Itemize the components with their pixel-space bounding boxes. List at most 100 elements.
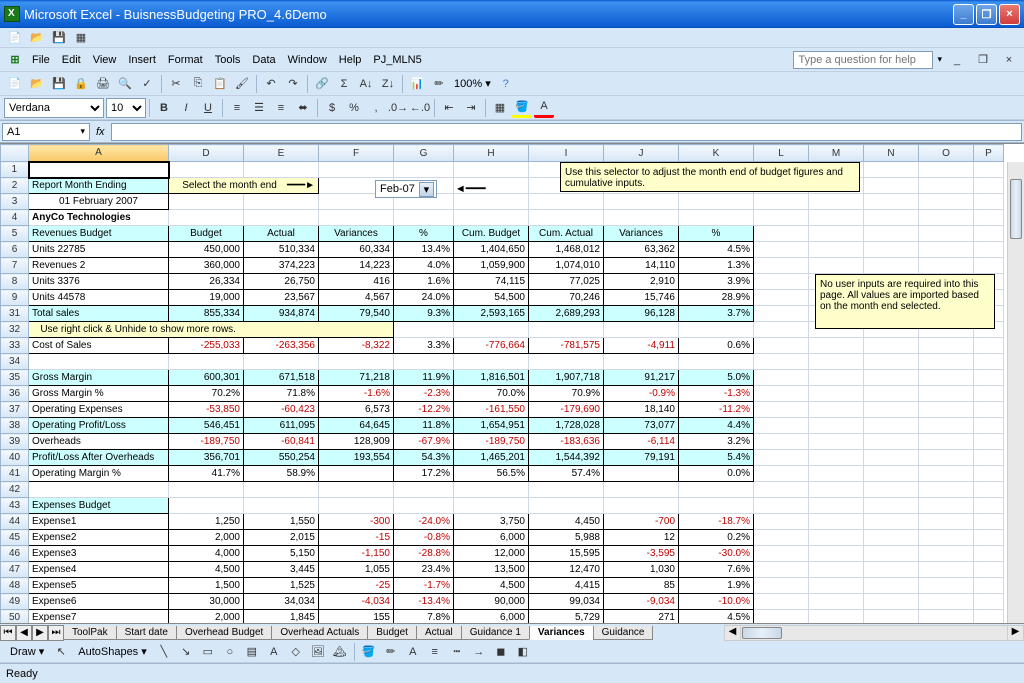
cell[interactable]: 1,404,650 (454, 242, 529, 258)
cell[interactable]: 99,034 (529, 594, 604, 610)
cell[interactable]: Revenues Budget (29, 226, 169, 242)
cut-icon[interactable]: ✂ (166, 74, 186, 94)
cell[interactable]: 79,191 (604, 450, 679, 466)
sheet-tab-Start-date[interactable]: Start date (116, 626, 177, 640)
cell[interactable]: 17.2% (394, 466, 454, 482)
cell[interactable]: Units 3376 (29, 274, 169, 290)
cell[interactable]: 70.0% (454, 386, 529, 402)
unknown-icon[interactable]: ▦ (71, 28, 91, 48)
rectangle-icon[interactable]: ▭ (198, 642, 218, 662)
cell[interactable]: 70,246 (529, 290, 604, 306)
save-icon[interactable]: 💾 (49, 28, 69, 48)
cell[interactable]: Revenues 2 (29, 258, 169, 274)
font-color-icon[interactable]: A (534, 98, 554, 118)
line-color-icon[interactable]: ✏ (381, 642, 401, 662)
cell[interactable]: -776,664 (454, 338, 529, 354)
cell[interactable]: Profit/Loss After Overheads (29, 450, 169, 466)
cell[interactable]: -700 (604, 514, 679, 530)
cell[interactable]: 4.0% (394, 258, 454, 274)
percent-icon[interactable]: % (344, 98, 364, 118)
copy-icon[interactable]: ⎘ (188, 74, 208, 94)
vertical-scrollbar[interactable] (1007, 162, 1024, 623)
shadow-icon[interactable]: ◼ (491, 642, 511, 662)
menu-file[interactable]: File (26, 52, 56, 68)
select-all-corner[interactable] (1, 145, 29, 162)
cell[interactable]: 155 (319, 610, 394, 624)
cell[interactable]: % (679, 226, 754, 242)
cell[interactable]: 4.5% (679, 242, 754, 258)
3d-icon[interactable]: ◧ (513, 642, 533, 662)
cell[interactable]: -1,150 (319, 546, 394, 562)
cell[interactable]: -53,850 (169, 402, 244, 418)
cell[interactable]: 9.3% (394, 306, 454, 322)
row-header[interactable]: 1 (1, 162, 29, 178)
cell[interactable]: 934,874 (244, 306, 319, 322)
cell[interactable]: Units 44578 (29, 290, 169, 306)
tab-prev-icon[interactable]: ◀ (16, 625, 32, 641)
col-header-A[interactable]: A (29, 145, 169, 162)
cell[interactable] (604, 466, 679, 482)
cell[interactable]: Report Month Ending (29, 178, 169, 194)
cell[interactable]: 2,593,165 (454, 306, 529, 322)
cell[interactable]: 34,034 (244, 594, 319, 610)
cell[interactable]: 5.4% (679, 450, 754, 466)
row-header[interactable]: 6 (1, 242, 29, 258)
cell[interactable]: 4.5% (679, 610, 754, 624)
cell[interactable]: Expense4 (29, 562, 169, 578)
cell[interactable]: 01 February 2007 (29, 194, 169, 210)
cell[interactable]: 4,415 (529, 578, 604, 594)
cell[interactable]: 5,988 (529, 530, 604, 546)
cell[interactable]: 611,095 (244, 418, 319, 434)
name-box[interactable]: A1▾ (2, 123, 90, 141)
cell[interactable]: 6,000 (454, 530, 529, 546)
sort-desc-icon[interactable]: Z↓ (378, 74, 398, 94)
col-header-H[interactable]: H (454, 145, 529, 162)
cell[interactable]: 450,000 (169, 242, 244, 258)
font-color-draw-icon[interactable]: A (403, 642, 423, 662)
cell[interactable]: 30,000 (169, 594, 244, 610)
cell[interactable]: 1,055 (319, 562, 394, 578)
row-header[interactable]: 37 (1, 402, 29, 418)
cell[interactable]: 2,689,293 (529, 306, 604, 322)
align-left-icon[interactable]: ≡ (227, 98, 247, 118)
cell[interactable]: 1,250 (169, 514, 244, 530)
cell[interactable]: -189,750 (454, 434, 529, 450)
format-painter-icon[interactable]: 🖌 (232, 74, 252, 94)
fill-color-icon[interactable]: 🪣 (512, 98, 532, 118)
cell[interactable]: 3.7% (679, 306, 754, 322)
cell[interactable]: -67.9% (394, 434, 454, 450)
cell[interactable]: 71.8% (244, 386, 319, 402)
active-cell[interactable] (29, 162, 169, 178)
draw-menu[interactable]: Draw ▾ (4, 643, 50, 660)
spelling-icon[interactable]: ✓ (137, 74, 157, 94)
cell[interactable]: 13,500 (454, 562, 529, 578)
cell[interactable]: 41.7% (169, 466, 244, 482)
font-family-select[interactable]: Verdana (4, 98, 104, 118)
cell[interactable]: 6,000 (454, 610, 529, 624)
cell[interactable]: Expenses Budget (29, 498, 169, 514)
cell[interactable]: 1,728,028 (529, 418, 604, 434)
save-doc-icon[interactable]: 💾 (49, 74, 69, 94)
cell[interactable]: 14,110 (604, 258, 679, 274)
cell[interactable]: 1,465,201 (454, 450, 529, 466)
row-header[interactable]: 50 (1, 610, 29, 624)
cell[interactable]: -25 (319, 578, 394, 594)
cell[interactable]: 1.3% (679, 258, 754, 274)
underline-icon[interactable]: U (198, 98, 218, 118)
row-header[interactable]: 47 (1, 562, 29, 578)
undo-icon[interactable]: ↶ (261, 74, 281, 94)
cell[interactable]: 360,000 (169, 258, 244, 274)
cell[interactable]: 58.9% (244, 466, 319, 482)
row-header[interactable]: 33 (1, 338, 29, 354)
cell[interactable]: 1.6% (394, 274, 454, 290)
cell[interactable]: -60,423 (244, 402, 319, 418)
textbox-icon[interactable]: ▤ (242, 642, 262, 662)
cell[interactable]: 28.9% (679, 290, 754, 306)
cell[interactable]: Gross Margin (29, 370, 169, 386)
increase-indent-icon[interactable]: ⇥ (461, 98, 481, 118)
permission-icon[interactable]: 🔒 (71, 74, 91, 94)
row-header[interactable]: 43 (1, 498, 29, 514)
new-doc-icon[interactable]: 📄 (5, 74, 25, 94)
tab-last-icon[interactable]: ⏭ (48, 625, 64, 641)
cell[interactable]: -6,114 (604, 434, 679, 450)
